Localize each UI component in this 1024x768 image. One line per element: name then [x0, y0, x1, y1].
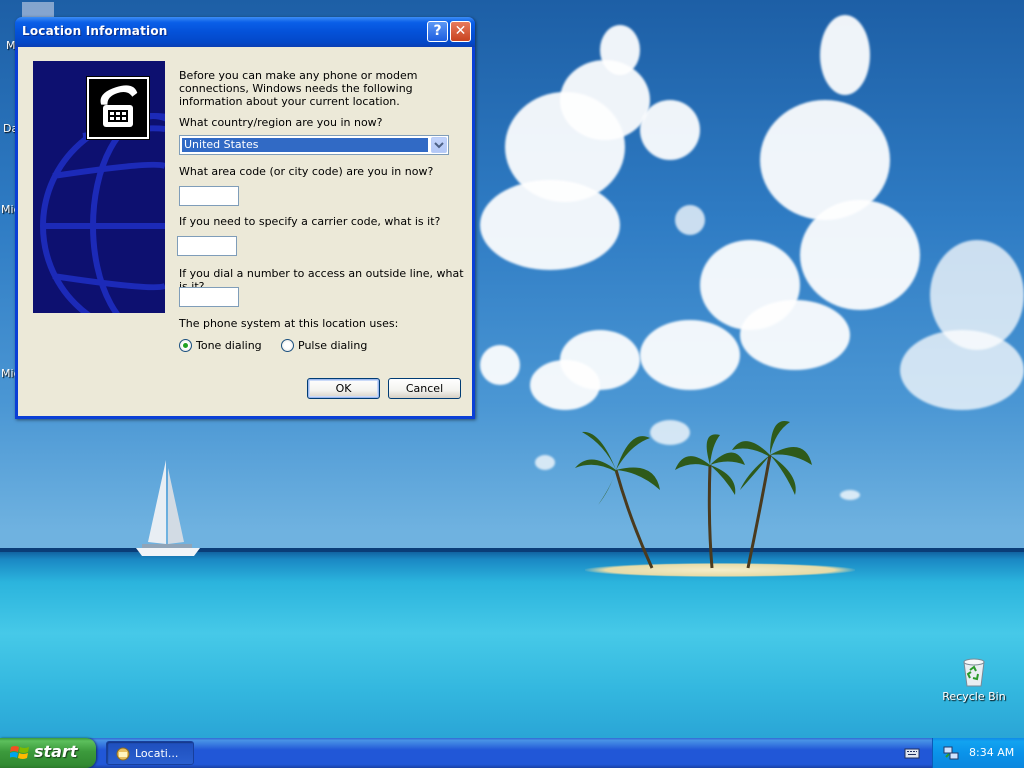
- sailboat: [136, 460, 200, 556]
- taskbar-item-label: Locati...: [135, 747, 179, 760]
- outside-line-input[interactable]: [179, 287, 239, 307]
- recycle-bin[interactable]: Recycle Bin: [942, 656, 1006, 703]
- pulse-dialing-label: Pulse dialing: [298, 339, 368, 352]
- system-tray: 8:34 AM: [932, 738, 1024, 768]
- phone-system-label: The phone system at this location uses:: [179, 317, 399, 330]
- sea: [0, 548, 1024, 738]
- country-select[interactable]: United States: [179, 135, 449, 155]
- telephone-icon: [100, 85, 138, 127]
- palm-trees: [575, 420, 812, 569]
- area-code-label: What area code (or city code) are you in…: [179, 165, 434, 178]
- network-icon[interactable]: [943, 745, 959, 761]
- dropdown-arrow-icon[interactable]: [431, 137, 447, 153]
- taskbar: start Locati... 8:34 AM: [0, 738, 1024, 768]
- help-button[interactable]: ?: [427, 21, 448, 42]
- dialog-banner: [33, 61, 165, 313]
- intro-text: Before you can make any phone or modem c…: [179, 69, 418, 108]
- tone-dialing-option[interactable]: Tone dialing: [179, 339, 262, 352]
- recycle-bin-label: Recycle Bin: [942, 690, 1006, 703]
- location-information-dialog: Location Information ? ✕ Before you can …: [15, 17, 475, 419]
- tone-dialing-radio[interactable]: [179, 339, 192, 352]
- recycle-bin-icon: [963, 658, 985, 687]
- carrier-code-input[interactable]: [177, 236, 237, 256]
- country-select-value: United States: [182, 138, 428, 152]
- country-label: What country/region are you in now?: [179, 116, 383, 129]
- start-label: start: [34, 742, 78, 761]
- telephone-icon-frame: [86, 76, 150, 140]
- close-button[interactable]: ✕: [450, 21, 471, 42]
- tone-dialing-label: Tone dialing: [196, 339, 262, 352]
- cancel-button[interactable]: Cancel: [388, 378, 461, 399]
- dialog-body: Before you can make any phone or modem c…: [18, 47, 472, 416]
- keyboard-icon[interactable]: [904, 746, 920, 760]
- dialog-titlebar[interactable]: Location Information ? ✕: [15, 17, 475, 47]
- ok-button[interactable]: OK: [307, 378, 380, 399]
- dialog-task-icon: [116, 747, 130, 761]
- taskbar-item-location-information[interactable]: Locati...: [106, 741, 194, 765]
- dialog-title: Location Information: [22, 24, 168, 38]
- windows-logo-icon: [10, 746, 29, 759]
- pulse-dialing-radio[interactable]: [281, 339, 294, 352]
- area-code-input[interactable]: [179, 186, 239, 206]
- pulse-dialing-option[interactable]: Pulse dialing: [281, 339, 367, 352]
- carrier-code-label: If you need to specify a carrier code, w…: [179, 215, 441, 228]
- clock[interactable]: 8:34 AM: [969, 746, 1014, 759]
- start-button[interactable]: start: [0, 738, 96, 768]
